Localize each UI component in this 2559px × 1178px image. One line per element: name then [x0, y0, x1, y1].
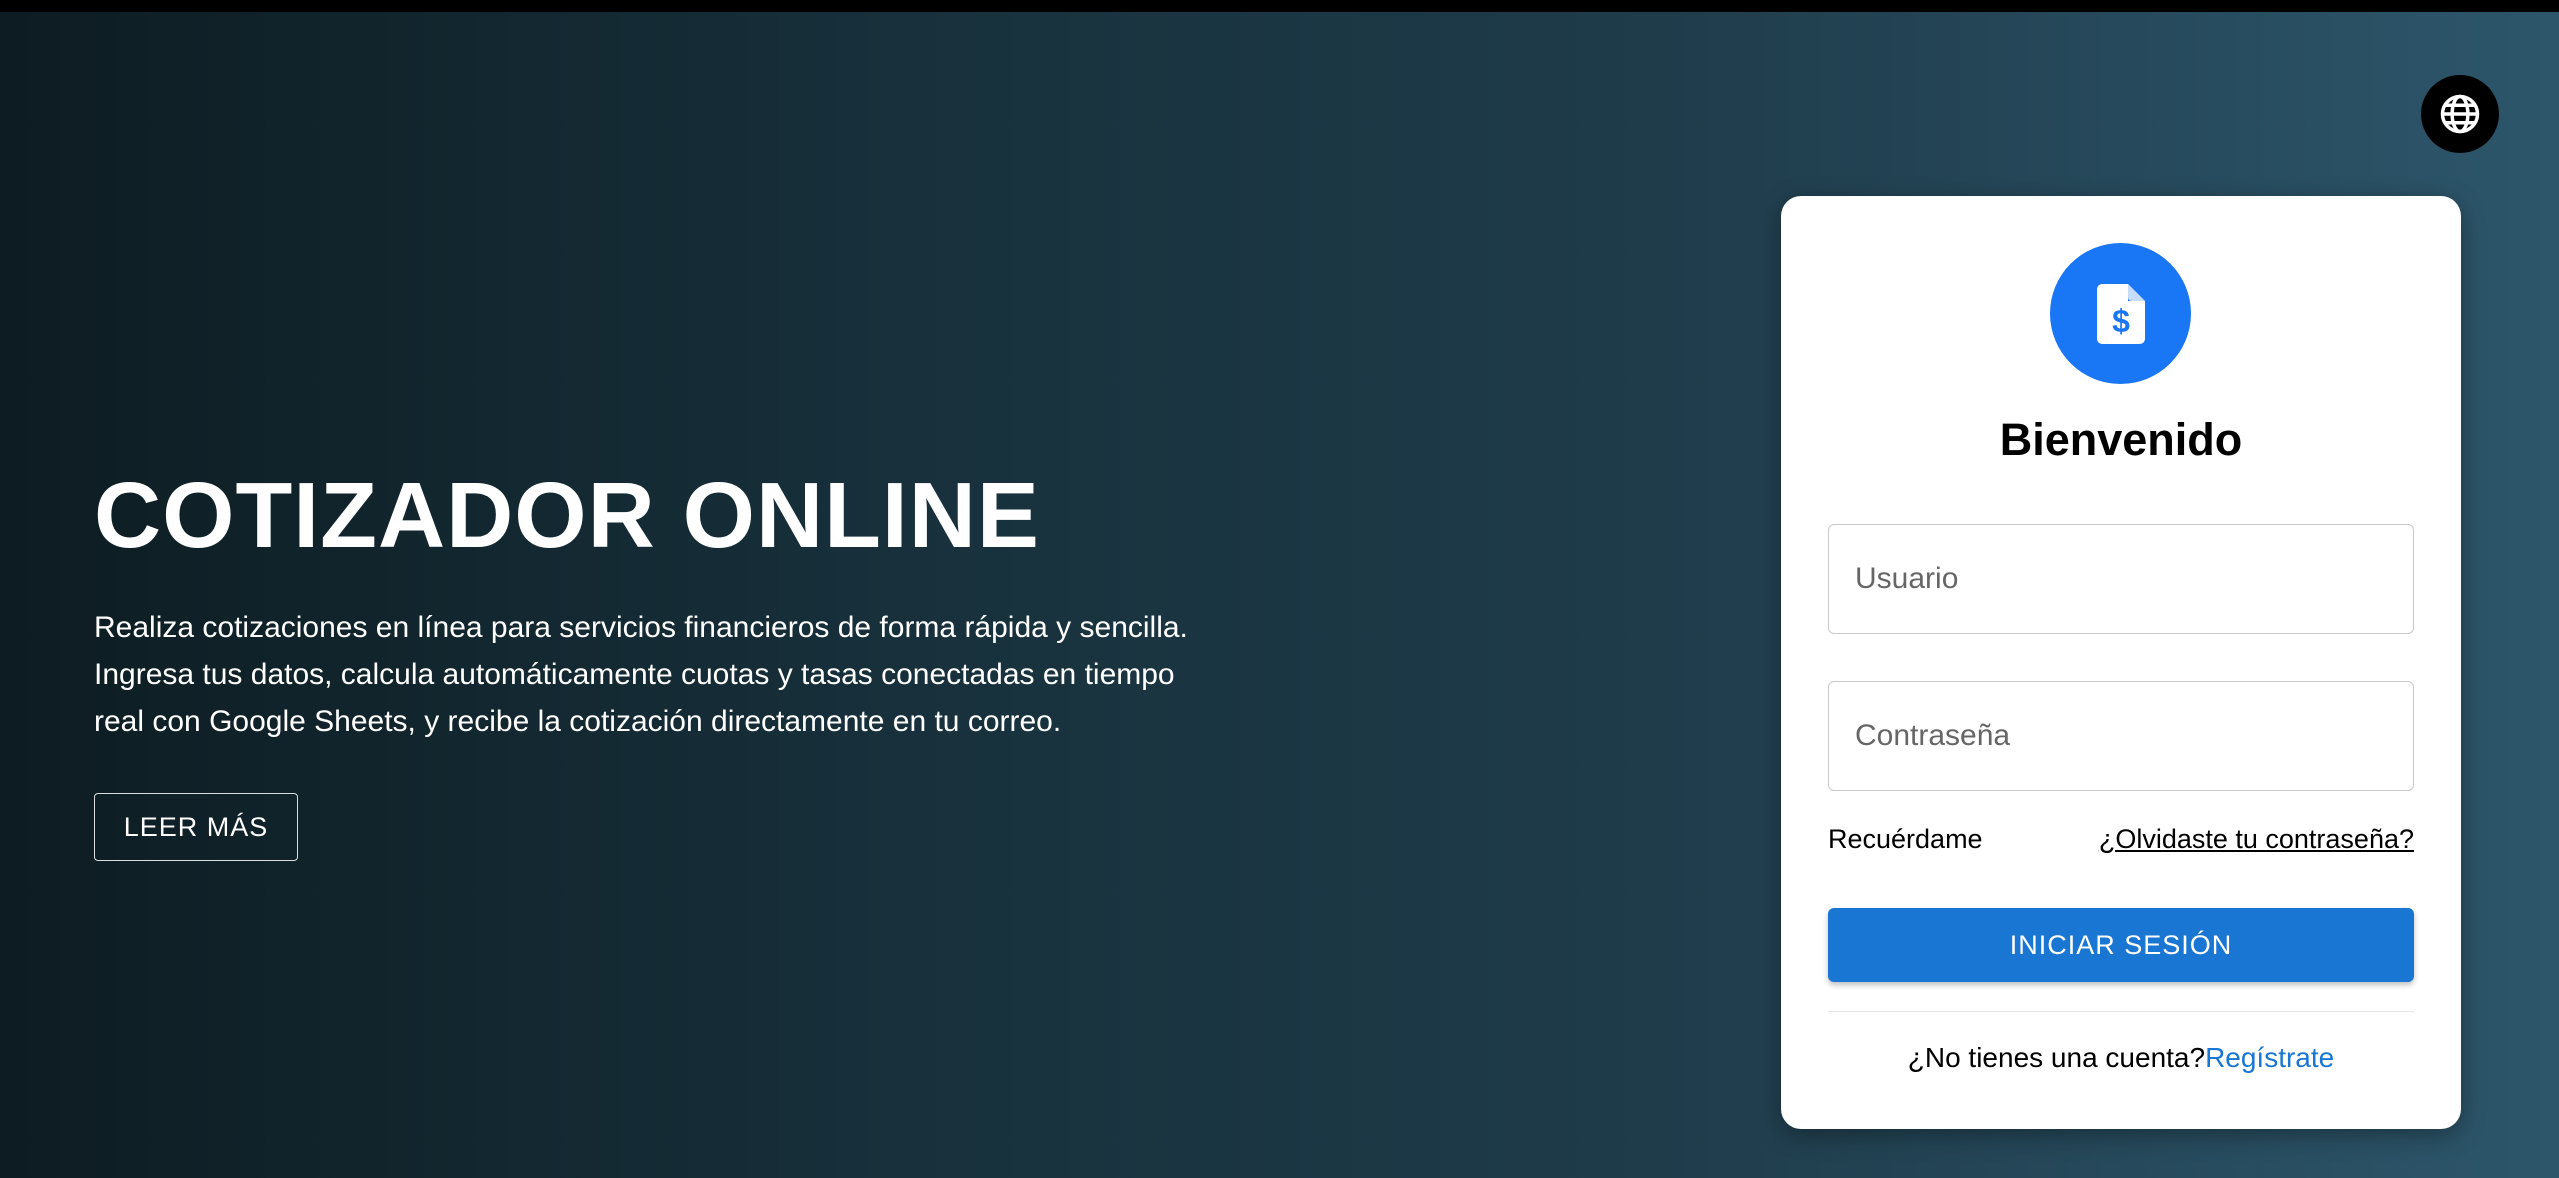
hero-description: Realiza cotizaciones en línea para servi… [94, 604, 1374, 745]
card-avatar: $ [2050, 243, 2191, 384]
language-button[interactable] [2421, 75, 2499, 153]
top-bar [0, 0, 2559, 12]
svg-text:$: $ [2112, 303, 2130, 339]
hero-description-line: Ingresa tus datos, calcula automáticamen… [94, 658, 1175, 691]
divider [1828, 1011, 2414, 1012]
hero-title: COTIZADOR ONLINE [94, 463, 1040, 567]
signup-prompt: ¿No tienes una cuenta?Regístrate [1781, 1042, 2461, 1074]
hero-section: COTIZADOR ONLINE Realiza cotizaciones en… [94, 460, 1394, 861]
password-input[interactable] [1828, 681, 2414, 791]
invoice-dollar-icon: $ [2096, 283, 2145, 344]
globe-icon [2440, 94, 2480, 134]
login-card: $ Bienvenido Recuérdame ¿Olvidaste tu co… [1781, 196, 2461, 1129]
hero-description-line: real con Google Sheets, y recibe la coti… [94, 705, 1062, 738]
remember-me-label[interactable]: Recuérdame [1828, 824, 1983, 855]
forgot-password-link[interactable]: ¿Olvidaste tu contraseña? [2099, 824, 2414, 855]
login-page: COTIZADOR ONLINE Realiza cotizaciones en… [0, 0, 2559, 1178]
signup-link[interactable]: Regístrate [2205, 1042, 2334, 1073]
hero-description-line: Realiza cotizaciones en línea para servi… [94, 611, 1188, 644]
read-more-button[interactable]: LEER MÁS [94, 793, 298, 861]
username-input[interactable] [1828, 524, 2414, 634]
signup-prompt-text: ¿No tienes una cuenta? [1907, 1042, 2206, 1073]
login-button[interactable]: INICIAR SESIÓN [1828, 908, 2414, 982]
card-title: Bienvenido [1999, 414, 2243, 465]
